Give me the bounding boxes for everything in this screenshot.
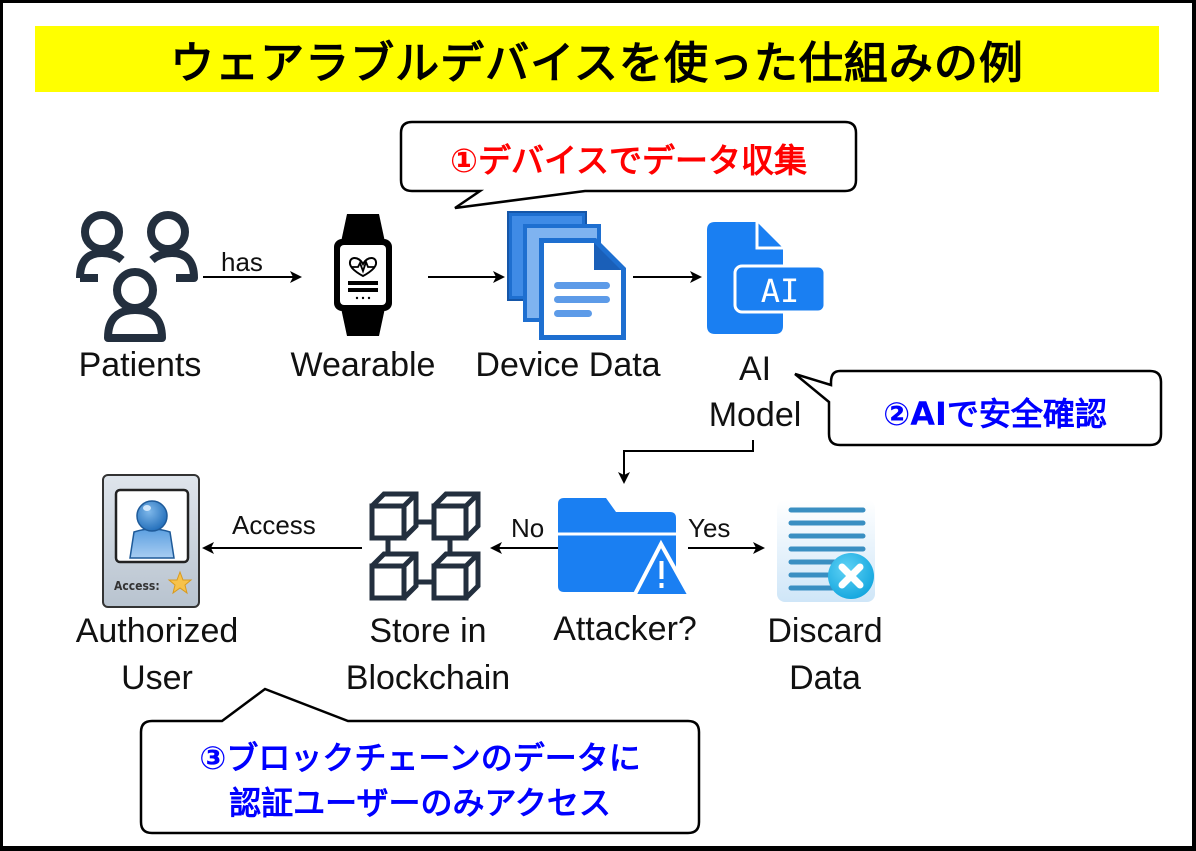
node-label-user-line1: Authorized	[75, 612, 239, 650]
edge-label-has: has	[221, 247, 263, 277]
node-label-attacker: Attacker?	[553, 610, 697, 648]
ai-file-icon: AI	[707, 222, 827, 334]
document-stack-icon	[507, 211, 626, 340]
edge-label-access: Access	[232, 510, 316, 540]
callout-2-text: ②AIで安全確認	[883, 395, 1107, 433]
smartwatch-heart-icon	[334, 214, 392, 336]
node-label-ai-line1: AI	[738, 350, 772, 388]
node-label-discard-line1: Discard	[767, 612, 883, 650]
document-delete-icon	[777, 500, 875, 602]
node-label-ai-line2: Model	[708, 396, 802, 434]
node-label-user-line2: User	[121, 659, 193, 697]
edge-ai-attacker	[618, 440, 754, 484]
callout-1-text: ①デバイスでデータ収集	[450, 141, 807, 180]
callout-3-line1: ③ブロックチェーンのデータに	[199, 739, 641, 777]
folder-warning-icon	[558, 498, 690, 598]
node-label-device-data: Device Data	[475, 346, 661, 384]
blockchain-cubes-icon	[369, 491, 481, 601]
edge-label-no: No	[511, 513, 545, 543]
node-label-wearable: Wearable	[290, 346, 436, 384]
edge-label-yes: Yes	[688, 513, 731, 543]
node-label-blockchain-line1: Store in	[369, 612, 487, 650]
node-label-blockchain-line2: Blockchain	[345, 659, 511, 697]
callout-3-line2: 認証ユーザーのみアクセス	[229, 784, 611, 822]
people-group-icon	[76, 211, 198, 342]
access-badge-icon: Access:	[102, 474, 200, 608]
svg-text:AI: AI	[761, 272, 800, 310]
badge-access-text: Access:	[114, 579, 160, 593]
node-label-discard-line2: Data	[789, 659, 861, 697]
node-label-patients: Patients	[78, 346, 202, 384]
